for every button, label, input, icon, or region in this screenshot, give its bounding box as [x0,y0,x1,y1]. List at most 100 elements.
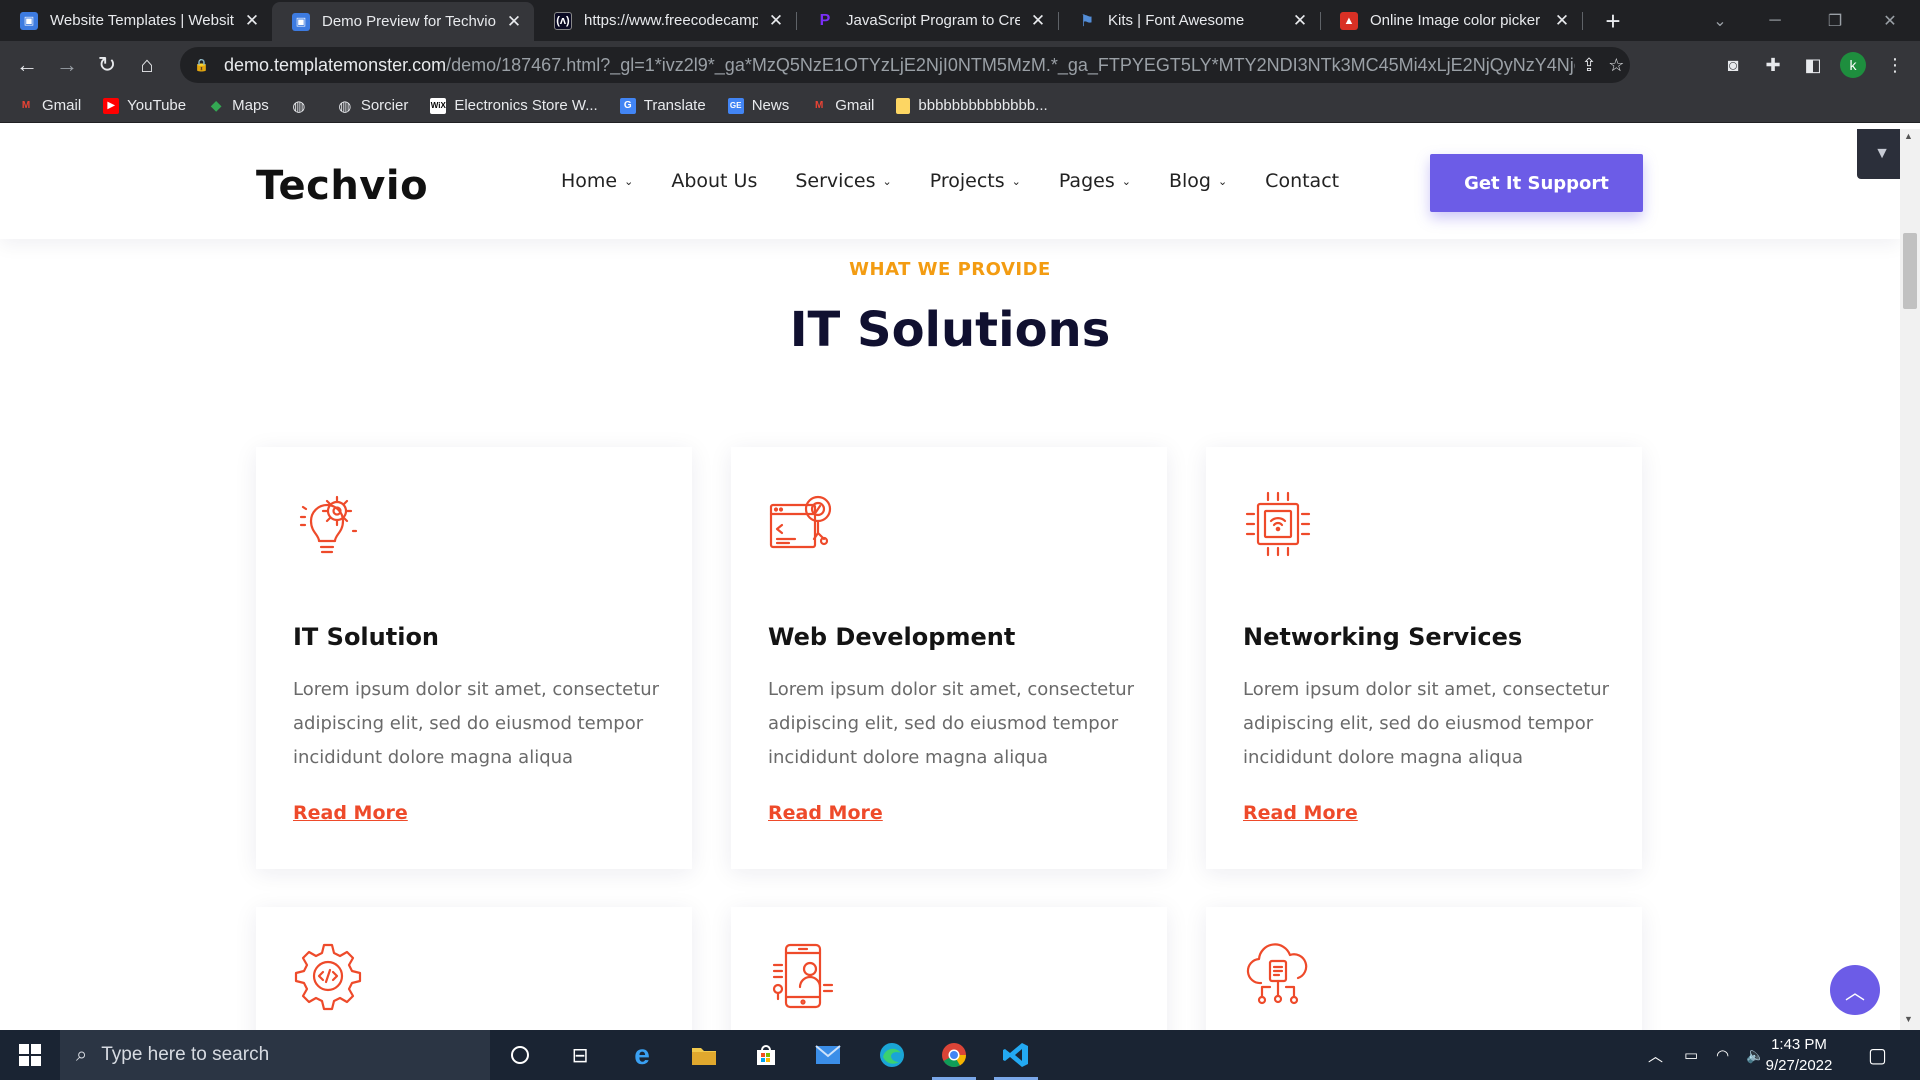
reload-icon[interactable]: ↻ [92,50,122,80]
bookmark-sorcier[interactable]: ◍ Sorcier [337,97,408,115]
nav-item-about-us[interactable]: About Us [671,170,757,192]
windows-start-button[interactable] [0,1030,60,1080]
nav-item-pages[interactable]: Pages ⌄ [1059,170,1131,192]
new-tab-plus-icon[interactable]: + [1598,6,1628,36]
nav-item-blog[interactable]: Blog ⌄ [1169,170,1227,192]
code-gear-icon [294,943,362,1011]
edge-browser-icon[interactable] [862,1030,922,1080]
minimize-window-icon[interactable]: ─ [1745,0,1805,41]
scroll-up-arrow-icon[interactable]: ▲ [1904,131,1913,141]
web-development-icon [769,495,832,549]
bookmark-electronics-store[interactable]: WiX Electronics Store W... [430,97,598,114]
tab-title: Online Image color picker [1370,12,1541,29]
wifi-icon[interactable]: ◠ [1716,1030,1729,1080]
task-view-icon[interactable]: ⊟ [550,1030,610,1080]
globe-icon: ◍ [292,97,306,115]
nav-item-projects[interactable]: Projects ⌄ [930,170,1021,192]
cloud-chip-icon [1246,943,1308,1005]
read-more-link[interactable]: Read More [1243,802,1358,824]
networking-chip-icon [1245,491,1311,557]
close-tab-icon[interactable]: ✕ [1552,11,1572,31]
bookmark-globe[interactable]: ◍ [291,97,315,115]
close-tab-icon[interactable]: ✕ [766,11,786,31]
restore-window-icon[interactable]: ❐ [1805,0,1865,41]
bookmark-youtube[interactable]: ▶ YouTube [103,97,186,114]
windows-taskbar: ⌕ Type here to search ⊟ e ︿ ▭ ◠ 🔈 1:43 P… [0,1030,1920,1080]
nav-label: Projects [929,170,1005,192]
scrollbar-thumb[interactable] [1903,233,1917,309]
page-viewport: Techvio Home ⌄ About Us Services ⌄ Project… [0,129,1920,1030]
windows-logo-icon [19,1044,41,1066]
battery-icon[interactable]: ▭ [1684,1030,1698,1080]
bookmark-translate[interactable]: G Translate [619,97,706,114]
close-tab-icon[interactable]: ✕ [1290,11,1310,31]
back-arrow-icon[interactable]: ← [12,50,42,80]
browser-tab-1[interactable]: ▣ Website Templates | Website ✕ [0,0,272,41]
bookmark-label: bbbbbbbbbbbbbb... [918,97,1048,114]
nav-item-services[interactable]: Services ⌄ [795,170,891,192]
close-tab-icon[interactable]: ✕ [504,12,524,32]
scroll-down-arrow-icon[interactable]: ▼ [1904,1014,1913,1024]
browser-tab-2[interactable]: ▣ Demo Preview for Techvio - ✕ [272,2,534,41]
page-scrollbar[interactable]: ▲ ▼ [1900,129,1920,1030]
browser-tab-5[interactable]: ⚑ Kits | Font Awesome ✕ [1058,0,1321,41]
microsoft-store-icon[interactable] [736,1030,796,1080]
nav-label: Home [561,170,618,192]
templatemonster-favicon-icon: ▣ [292,12,310,31]
bookmark-gmail-2[interactable]: M Gmail [811,97,874,114]
programiz-favicon-icon: P [819,11,831,29]
browser-tab-4[interactable]: P JavaScript Program to Creat ✕ [796,0,1059,41]
tab-title: Demo Preview for Techvio - [322,13,496,30]
file-explorer-folder-icon[interactable] [674,1030,734,1080]
read-more-link[interactable]: Read More [768,802,883,824]
tab-search-chevron-icon[interactable]: ⌄ [1690,0,1750,41]
search-icon: ⌕ [76,1043,88,1066]
share-icon[interactable]: ⇪ [1575,50,1602,80]
chrome-browser-icon[interactable] [924,1030,984,1080]
lock-icon[interactable]: 🔒 [194,58,209,72]
globe-icon: ◍ [338,97,352,115]
bookmark-gmail[interactable]: M Gmail [18,97,81,114]
screenshot-camera-icon[interactable]: ◙ [1718,50,1748,80]
read-more-link[interactable]: Read More [293,802,408,824]
browser-toolbar: ← → ↻ ⌂ 🔒 demo.templatemonster.com/demo/… [0,41,1920,89]
vscode-icon[interactable] [986,1030,1046,1080]
gmail-icon: M [815,100,824,111]
browser-tab-3[interactable]: (ʌ) https://www.freecodecamp. ✕ [534,0,797,41]
address-bar[interactable]: 🔒 demo.templatemonster.com/demo/187467.h… [180,47,1630,83]
nav-item-contact[interactable]: Contact [1265,170,1339,192]
close-tab-icon[interactable]: ✕ [242,11,262,31]
browser-tab-6[interactable]: ▲ Online Image color picker ✕ [1320,0,1583,41]
nav-item-home[interactable]: Home ⌄ [561,170,633,192]
side-panel-icon[interactable]: ◧ [1798,50,1828,80]
bookmark-maps[interactable]: ◆ Maps [208,97,269,114]
bookmark-label: News [751,97,790,114]
scroll-to-top-chevron-up-icon[interactable]: ︿ [1830,965,1880,1015]
action-center-notification-icon[interactable]: ▢ [1868,1030,1887,1080]
nav-label: Contact [1265,170,1340,192]
extensions-puzzle-icon[interactable]: ✚ [1758,50,1788,80]
home-icon[interactable]: ⌂ [132,50,162,80]
bookmark-news[interactable]: GE News [727,97,790,114]
get-it-support-button[interactable]: Get It Support [1430,154,1643,212]
bookmark-folder[interactable]: bbbbbbbbbbbbbb... [896,97,1048,114]
mobile-user-icon [772,943,834,1009]
forward-arrow-icon[interactable]: → [52,50,82,80]
cortana-circle-icon[interactable] [490,1030,550,1080]
card-title: IT Solution [293,623,440,651]
close-tab-icon[interactable]: ✕ [1028,11,1048,31]
bookmark-star-icon[interactable]: ☆ [1603,50,1630,80]
chrome-menu-kebab-icon[interactable]: ⋮ [1880,50,1910,80]
show-hidden-icons-chevron-up-icon[interactable]: ︿ [1648,1030,1663,1080]
site-logo[interactable]: Techvio [256,163,428,209]
search-placeholder: Type here to search [101,1044,270,1065]
edge-legacy-icon[interactable]: e [612,1030,672,1080]
section-eyebrow: WHAT WE PROVIDE [849,259,1051,280]
profile-avatar[interactable]: k [1840,52,1866,78]
templatemonster-favicon-icon: ▣ [20,11,38,30]
bookmark-label: Gmail [42,97,82,114]
taskbar-search-input[interactable]: ⌕ Type here to search [60,1030,490,1080]
taskbar-clock[interactable]: 1:43 PM 9/27/2022 [1744,1034,1854,1076]
mail-envelope-icon[interactable] [798,1030,858,1080]
close-window-icon[interactable]: ✕ [1860,0,1920,41]
